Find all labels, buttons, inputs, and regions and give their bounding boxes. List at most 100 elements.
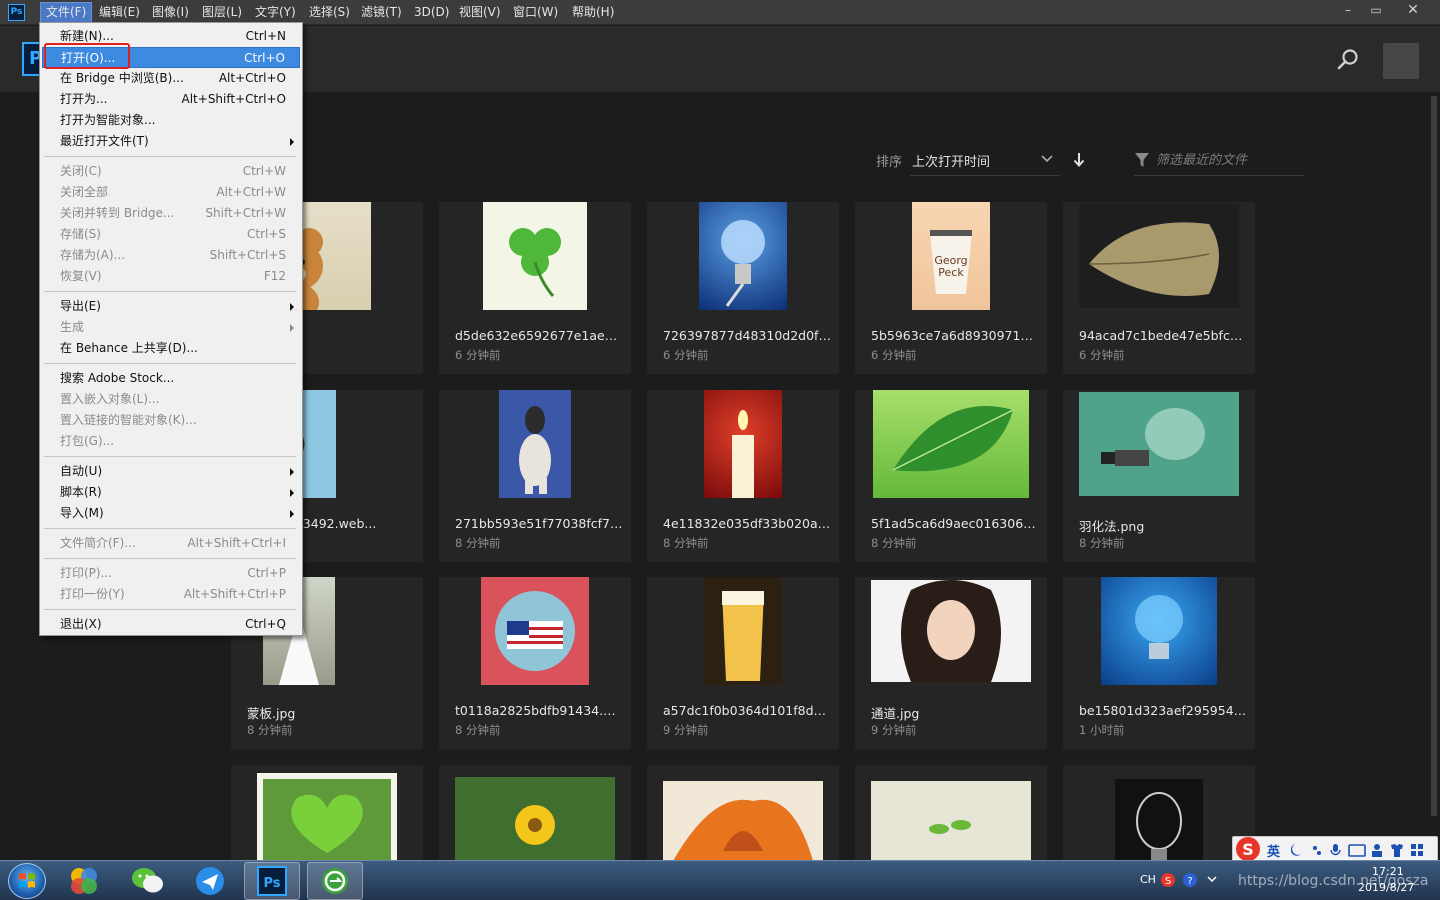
recent-file-card[interactable]: t0118a2825bdfb91434.web... 8 分钟前	[439, 577, 631, 749]
sogou-ime-icon[interactable]: S	[1235, 836, 1261, 862]
thumbnail-area	[439, 765, 631, 873]
filter-input[interactable]	[1156, 150, 1301, 170]
recent-file-card[interactable]: a57dc1f0b0364d101f8d9d6... 9 分钟前	[647, 577, 839, 749]
menu-3d[interactable]: 3D(D)	[409, 3, 454, 22]
file-menu-item[interactable]: 导入(M)	[42, 503, 300, 524]
recent-file-card[interactable]	[1063, 765, 1255, 873]
menu-item-shortcut: Ctrl+S	[246, 227, 286, 241]
menu-help[interactable]: 帮助(H)	[567, 3, 619, 22]
file-name: 羽化法.png	[1079, 519, 1145, 534]
file-menu-item[interactable]: 最近打开文件(T)	[42, 131, 300, 152]
menu-edit[interactable]: 编辑(E)	[94, 3, 145, 22]
file-menu-item: 存储为(A)... Shift+Ctrl+S	[42, 245, 300, 266]
recent-file-card[interactable]: 通道.jpg 9 分钟前	[855, 577, 1047, 749]
thumbnail-area	[647, 202, 839, 310]
file-menu-item: 存储(S) Ctrl+S	[42, 224, 300, 245]
file-thumbnail	[704, 577, 782, 685]
file-time: 8 分钟前	[663, 536, 709, 550]
file-menu-item: 打印(P)... Ctrl+P	[42, 563, 300, 584]
close-button[interactable]: ✕	[1391, 0, 1435, 20]
submenu-arrow-icon	[290, 138, 294, 146]
menu-file[interactable]: 文件(F)	[39, 2, 93, 23]
menu-item-label: 置入嵌入对象(L)...	[60, 392, 160, 406]
recent-file-card[interactable]: 羽化法.png 8 分钟前	[1063, 390, 1255, 562]
menu-layer[interactable]: 图层(L)	[197, 3, 247, 22]
file-time: 6 分钟前	[455, 348, 501, 362]
scrollbar-thumb[interactable]	[1431, 96, 1437, 816]
menu-filter[interactable]: 滤镜(T)	[356, 3, 407, 22]
menu-window[interactable]: 窗口(W)	[508, 3, 563, 22]
browser-taskbar-button[interactable]	[307, 862, 363, 900]
recent-file-card[interactable]: 5f1ad5ca6d9aec01630656b... 8 分钟前	[855, 390, 1047, 562]
recent-file-card[interactable]: 4e11832e035df33b020ad0... 8 分钟前	[647, 390, 839, 562]
svg-text:S: S	[1242, 840, 1254, 859]
photoshop-taskbar-button[interactable]: Ps	[244, 862, 300, 900]
menu-separator	[44, 609, 296, 610]
thumbnail-area	[439, 390, 631, 498]
ime-tool-icons[interactable]	[1291, 842, 1431, 858]
photoshop-icon: Ps	[257, 866, 287, 896]
file-name: d5de632e6592677e1aeabf...	[455, 328, 623, 343]
menu-item-label: 打开为智能对象...	[60, 113, 156, 127]
start-button[interactable]	[8, 863, 46, 899]
recent-file-card[interactable]: d5de632e6592677e1aeabf... 6 分钟前	[439, 202, 631, 374]
file-name: be15801d323aef295954459...	[1079, 703, 1247, 718]
menu-item-label: 存储(S)	[60, 227, 101, 241]
photo-app-icon[interactable]	[56, 862, 112, 900]
ime-language-label[interactable]: 英	[1267, 841, 1280, 860]
sort-dropdown[interactable]: 上次打开时间	[910, 144, 1060, 176]
file-time: 8 分钟前	[871, 536, 917, 550]
file-menu-item[interactable]: 搜索 Adobe Stock...	[42, 368, 300, 389]
profile-avatar[interactable]	[1383, 43, 1419, 79]
scrollbar[interactable]	[1430, 96, 1438, 860]
file-menu-item[interactable]: 在 Bridge 中浏览(B)... Alt+Ctrl+O	[42, 68, 300, 89]
menu-item-shortcut: Ctrl+N	[245, 29, 286, 43]
menu-type[interactable]: 文字(Y)	[250, 3, 301, 22]
wechat-icon[interactable]	[120, 862, 176, 900]
file-name: 通道.jpg	[871, 706, 920, 721]
file-menu-item[interactable]: 在 Behance 上共享(D)...	[42, 338, 300, 359]
menu-view[interactable]: 视图(V)	[454, 3, 506, 22]
recent-file-card[interactable]: 726397877d48310d2d0fe1b... 6 分钟前	[647, 202, 839, 374]
file-menu-item[interactable]: 自动(U)	[42, 461, 300, 482]
menu-item-label: 生成	[60, 320, 85, 334]
minimize-button[interactable]: –	[1334, 0, 1362, 20]
recent-file-card[interactable]	[439, 765, 631, 873]
ime-toolbar[interactable]: S 英	[1232, 836, 1438, 862]
thumbnail-area	[1063, 202, 1255, 310]
recent-file-card[interactable]	[647, 765, 839, 873]
svg-text:Ps: Ps	[263, 876, 280, 891]
file-menu-item[interactable]: 打开为... Alt+Shift+Ctrl+O	[42, 89, 300, 110]
file-time: 6 分钟前	[663, 348, 709, 362]
filter-field[interactable]	[1134, 144, 1304, 176]
restore-button[interactable]: ▭	[1362, 0, 1390, 20]
messenger-icon[interactable]	[182, 862, 238, 900]
thumbnail-area	[647, 577, 839, 685]
tray-icons[interactable]: S ?	[1160, 871, 1220, 889]
file-name: 5b5963ce7a6d8930971257...	[871, 328, 1039, 343]
file-menu-item[interactable]: 打开为智能对象...	[42, 110, 300, 131]
recent-file-card[interactable]: Georg Peck 5b5963ce7a6d8930971257... 6 分钟前	[855, 202, 1047, 374]
menu-item-shortcut: Ctrl+W	[242, 164, 286, 178]
file-thumbnail	[455, 777, 615, 873]
file-menu-item[interactable]: 导出(E)	[42, 296, 300, 317]
file-time: 8 分钟前	[455, 723, 501, 737]
sort-direction-icon[interactable]	[1072, 152, 1086, 168]
file-menu-item[interactable]: 脚本(R)	[42, 482, 300, 503]
thumbnail-area	[855, 577, 1047, 685]
recent-file-card[interactable]	[855, 765, 1047, 873]
menu-image[interactable]: 图像(I)	[147, 3, 194, 22]
recent-file-card[interactable]: 271bb593e51f77038fcf7019... 8 分钟前	[439, 390, 631, 562]
menu-item-label: 关闭(C)	[60, 164, 102, 178]
search-icon[interactable]	[1336, 48, 1360, 72]
windows-logo-icon	[19, 873, 35, 888]
thumbnail-area	[439, 202, 631, 310]
recent-file-card[interactable]: 94acad7c1bede47e5bfccc0... 6 分钟前	[1063, 202, 1255, 374]
language-indicator[interactable]: CH	[1140, 873, 1156, 886]
menu-select[interactable]: 选择(S)	[304, 3, 355, 22]
recent-file-card[interactable]	[231, 765, 423, 873]
menu-item-label: 文件简介(F)...	[60, 536, 136, 550]
recent-file-card[interactable]: be15801d323aef295954459... 1 小时前	[1063, 577, 1255, 749]
menu-separator	[44, 558, 296, 559]
file-menu-item[interactable]: 退出(X) Ctrl+Q	[42, 614, 300, 635]
